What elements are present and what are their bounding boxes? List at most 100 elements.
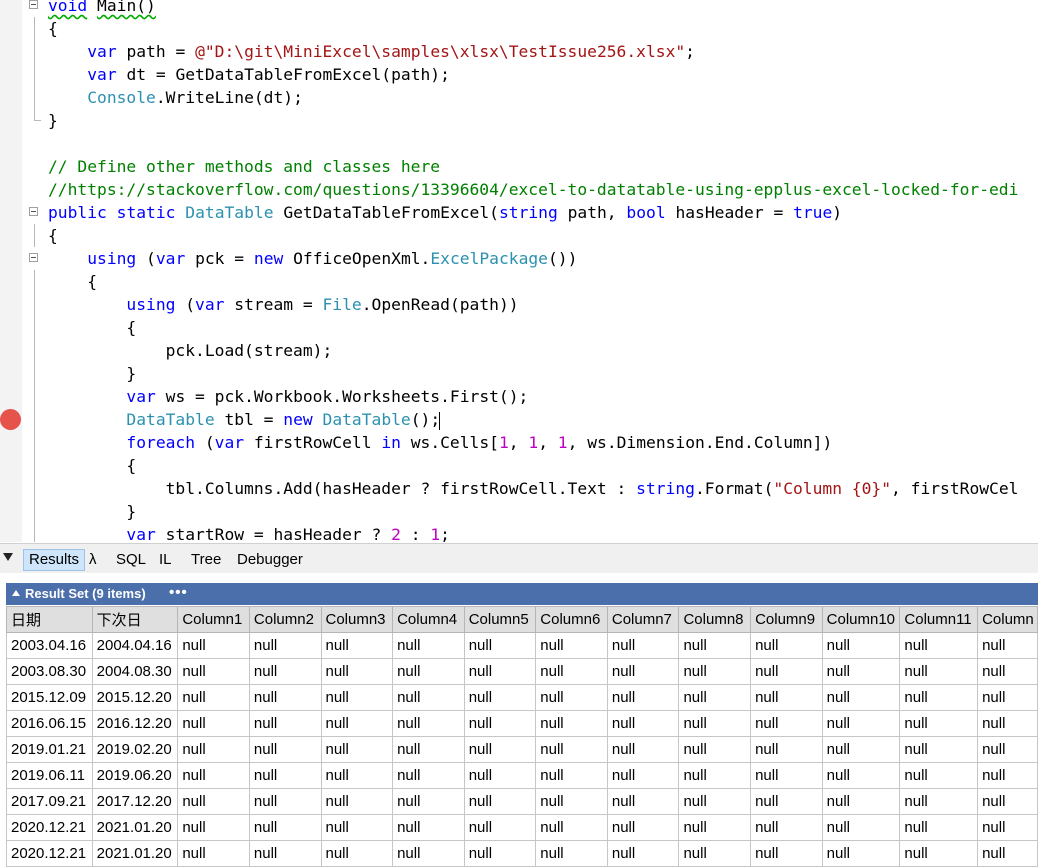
table-cell[interactable]: null [606, 762, 680, 789]
table-cell[interactable]: null [320, 762, 394, 789]
table-cell[interactable]: null [535, 788, 608, 815]
table-cell[interactable]: null [606, 788, 680, 815]
code-line[interactable]: public static DataTable GetDataTableFrom… [0, 201, 1038, 224]
table-cell[interactable]: null [392, 840, 465, 867]
table-cell[interactable]: null [392, 736, 465, 763]
table-row[interactable]: 2019.06.11 2019.06.20 null null null null null… [6, 762, 1038, 789]
table-cell[interactable]: null [463, 788, 537, 815]
code-editor[interactable]: void Main() { var path = @"D:\git\MiniExc… [0, 0, 1038, 542]
table-cell[interactable]: null [535, 658, 608, 685]
table-cell[interactable]: null [678, 632, 752, 659]
table-cell[interactable]: 2019.06.11 [6, 762, 93, 789]
breakpoint-icon[interactable] [0, 409, 21, 430]
table-cell[interactable]: null [606, 632, 680, 659]
table-cell[interactable]: null [320, 736, 394, 763]
table-cell[interactable]: null [821, 736, 901, 763]
code-line[interactable]: { [0, 454, 1038, 477]
table-cell[interactable]: null [177, 788, 250, 815]
table-cell[interactable]: null [177, 658, 250, 685]
table-cell[interactable]: 2016.06.15 [6, 710, 93, 737]
table-cell[interactable]: null [977, 632, 1038, 659]
table-cell[interactable]: null [535, 840, 608, 867]
table-cell[interactable]: null [392, 710, 465, 737]
tab-il[interactable]: IL [154, 549, 177, 571]
column-header[interactable]: Column8 [678, 606, 752, 633]
table-cell[interactable]: null [248, 840, 322, 867]
table-row[interactable]: 2003.04.16 2004.04.16 null null null null null… [6, 632, 1038, 659]
table-cell[interactable]: null [750, 814, 823, 841]
table-cell[interactable]: null [392, 814, 465, 841]
tab-lambda[interactable]: λ [84, 549, 102, 571]
table-cell[interactable]: null [606, 710, 680, 737]
column-header[interactable]: Column1 [177, 606, 250, 633]
table-cell[interactable]: null [177, 762, 250, 789]
column-header[interactable]: Column [977, 606, 1038, 633]
table-cell[interactable]: null [463, 736, 537, 763]
table-cell[interactable]: null [177, 632, 250, 659]
table-cell[interactable]: null [463, 684, 537, 711]
table-cell[interactable]: null [678, 684, 752, 711]
table-cell[interactable]: 2019.02.20 [91, 736, 179, 763]
table-cell[interactable]: null [248, 814, 322, 841]
table-cell[interactable]: null [248, 632, 322, 659]
tab-debugger[interactable]: Debugger [232, 549, 308, 571]
table-cell[interactable]: null [899, 710, 979, 737]
code-line[interactable]: foreach (var firstRowCell in ws.Cells[1,… [0, 431, 1038, 454]
table-cell[interactable]: null [463, 632, 537, 659]
table-cell[interactable]: null [977, 658, 1038, 685]
table-cell[interactable]: null [678, 762, 752, 789]
table-cell[interactable]: null [535, 684, 608, 711]
table-cell[interactable]: null [678, 840, 752, 867]
table-cell[interactable]: null [977, 710, 1038, 737]
table-cell[interactable]: null [977, 788, 1038, 815]
table-cell[interactable]: null [320, 814, 394, 841]
column-header[interactable]: Column11 [899, 606, 979, 633]
code-line[interactable]: tbl.Columns.Add(hasHeader ? firstRowCell… [0, 477, 1038, 500]
table-cell[interactable]: 2016.12.20 [91, 710, 179, 737]
table-cell[interactable]: null [320, 632, 394, 659]
table-cell[interactable]: null [392, 632, 465, 659]
table-cell[interactable]: null [750, 632, 823, 659]
table-cell[interactable]: null [821, 762, 901, 789]
table-cell[interactable]: null [977, 840, 1038, 867]
code-line[interactable]: var startRow = hasHeader ? 2 : 1; [0, 523, 1038, 542]
table-cell[interactable]: null [463, 658, 537, 685]
tab-tree[interactable]: Tree [186, 549, 226, 571]
code-line[interactable]: { [0, 224, 1038, 247]
table-cell[interactable]: null [535, 736, 608, 763]
table-cell[interactable]: null [977, 814, 1038, 841]
table-cell[interactable]: null [248, 658, 322, 685]
table-cell[interactable]: 2003.08.30 [6, 658, 93, 685]
result-grid-container[interactable]: 日期 下次日 Column1 Column2 Column3 Column4 Column5… [6, 606, 1038, 868]
code-line[interactable]: } [0, 500, 1038, 523]
column-header[interactable]: Column4 [392, 606, 465, 633]
table-cell[interactable]: 2019.06.20 [91, 762, 179, 789]
table-cell[interactable]: 2015.12.09 [6, 684, 93, 711]
table-cell[interactable]: 2021.01.20 [91, 814, 179, 841]
code-lines[interactable]: void Main() { var path = @"D:\git\MiniExc… [0, 0, 1038, 542]
table-cell[interactable]: null [821, 632, 901, 659]
table-cell[interactable]: 2020.12.21 [6, 840, 93, 867]
table-cell[interactable]: 2021.01.20 [91, 840, 179, 867]
table-cell[interactable]: null [678, 658, 752, 685]
table-cell[interactable]: null [463, 840, 537, 867]
table-cell[interactable]: null [177, 814, 250, 841]
collapse-triangle-icon[interactable] [12, 590, 20, 596]
code-line[interactable]: void Main() [0, 0, 1038, 17]
table-cell[interactable]: null [899, 762, 979, 789]
table-cell[interactable]: null [248, 736, 322, 763]
table-row[interactable]: 2020.12.21 2021.01.20 null null null null null… [6, 840, 1038, 867]
code-line[interactable] [0, 132, 1038, 155]
table-cell[interactable]: null [899, 658, 979, 685]
column-header[interactable]: Column3 [320, 606, 394, 633]
table-cell[interactable]: null [535, 632, 608, 659]
table-cell[interactable]: null [248, 710, 322, 737]
table-cell[interactable]: 2004.04.16 [91, 632, 179, 659]
table-cell[interactable]: null [606, 684, 680, 711]
table-cell[interactable]: null [678, 814, 752, 841]
table-cell[interactable]: null [535, 710, 608, 737]
table-cell[interactable]: null [899, 736, 979, 763]
table-cell[interactable]: null [392, 788, 465, 815]
table-cell[interactable]: null [678, 788, 752, 815]
table-cell[interactable]: 2020.12.21 [6, 814, 93, 841]
